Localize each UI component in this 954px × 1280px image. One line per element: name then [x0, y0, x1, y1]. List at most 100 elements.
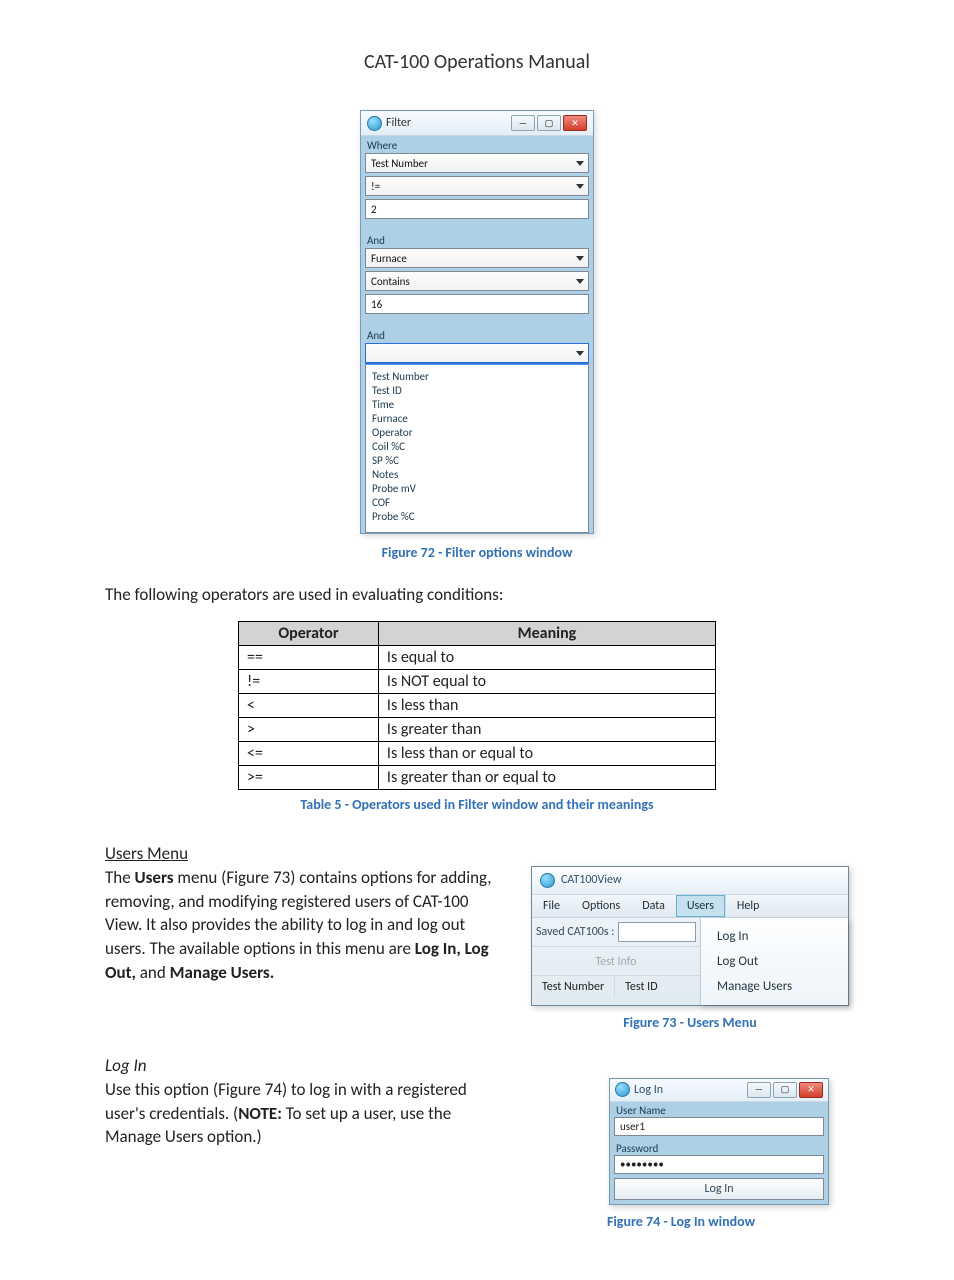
dropdown-option[interactable]: Time — [372, 398, 582, 412]
op-cell: < — [239, 693, 379, 717]
value1-text: 2 — [371, 203, 377, 216]
saved-cat100s-label: Saved CAT100s : — [536, 925, 614, 939]
operator1-combo[interactable]: != — [365, 176, 589, 196]
menu-data[interactable]: Data — [631, 895, 676, 917]
username-value: user1 — [620, 1120, 645, 1133]
op-cell: == — [239, 645, 379, 669]
cat100view-window: CAT100View File Options Data Users Help … — [531, 866, 849, 1006]
value2-text: 16 — [371, 298, 382, 311]
table-row: <=Is less than or equal to — [239, 741, 716, 765]
dropdown-option[interactable]: Probe %C — [372, 510, 582, 524]
field1-combo[interactable]: Test Number — [365, 153, 589, 173]
chevron-down-icon — [576, 256, 584, 261]
meaning-cell: Is greater than — [378, 717, 715, 741]
operator-header: Operator — [239, 621, 379, 645]
close-button[interactable]: ✕ — [799, 1082, 823, 1098]
field1-value: Test Number — [371, 157, 428, 170]
users-menu-heading: Users Menu — [105, 843, 849, 864]
table-row: !=Is NOT equal to — [239, 669, 716, 693]
username-input[interactable]: user1 — [614, 1117, 824, 1136]
saved-cat100s-combo[interactable] — [618, 922, 696, 942]
menu-help[interactable]: Help — [725, 895, 771, 917]
cat100view-title-text: CAT100View — [561, 873, 622, 887]
table-row: <Is less than — [239, 693, 716, 717]
meaning-cell: Is NOT equal to — [378, 669, 715, 693]
test-info-label: Test Info — [532, 946, 700, 975]
menu-item-manage-users[interactable]: Manage Users — [701, 974, 848, 999]
figure-72-caption: Figure 72 - Filter options window — [105, 544, 849, 561]
meaning-cell: Is less than — [378, 693, 715, 717]
table-row: ==Is equal to — [239, 645, 716, 669]
menu-item-log-in[interactable]: Log In — [701, 924, 848, 949]
op-cell: > — [239, 717, 379, 741]
operator2-combo[interactable]: Contains — [365, 271, 589, 291]
filter-window: Filter — ▢ ✕ Where Test Number != 2 And — [360, 110, 594, 534]
operator1-value: != — [371, 180, 380, 193]
users-dropdown: Log In Log Out Manage Users — [700, 918, 848, 1005]
dropdown-option[interactable]: Coil %C — [372, 440, 582, 454]
login-window-title: Log In — [634, 1083, 743, 1097]
page-title: CAT-100 Operations Manual — [105, 50, 849, 74]
close-button[interactable]: ✕ — [563, 115, 587, 131]
dropdown-option[interactable]: Test Number — [372, 370, 582, 384]
field2-combo[interactable]: Furnace — [365, 248, 589, 268]
meaning-header: Meaning — [378, 621, 715, 645]
dropdown-option[interactable]: Test ID — [372, 384, 582, 398]
maximize-button[interactable]: ▢ — [773, 1082, 797, 1098]
and-label-2: And — [361, 326, 593, 343]
field3-combo[interactable] — [365, 343, 589, 363]
dropdown-option[interactable]: Probe mV — [372, 482, 582, 496]
login-window: Log In — ▢ ✕ User Name user1 Password ••… — [609, 1078, 829, 1205]
field3-dropdown-open: Test Number Test ID Time Furnace Operato… — [365, 363, 589, 533]
menu-options[interactable]: Options — [571, 895, 631, 917]
login-heading: Log In — [105, 1055, 849, 1076]
operator2-value: Contains — [371, 275, 410, 288]
login-button[interactable]: Log In — [614, 1178, 824, 1200]
dropdown-option[interactable]: Operator — [372, 426, 582, 440]
and-label-1: And — [361, 231, 593, 248]
meaning-cell: Is less than or equal to — [378, 741, 715, 765]
username-label: User Name — [610, 1102, 828, 1117]
dropdown-option[interactable]: Furnace — [372, 412, 582, 426]
menu-users[interactable]: Users — [676, 895, 725, 917]
value1-input[interactable]: 2 — [365, 199, 589, 219]
filter-window-title: Filter — [386, 116, 507, 130]
cat100view-icon — [540, 873, 555, 888]
password-input[interactable]: •••••••• — [614, 1155, 824, 1174]
table-5-caption: Table 5 - Operators used in Filter windo… — [105, 796, 849, 813]
filter-app-icon — [367, 116, 382, 131]
chevron-down-icon — [576, 161, 584, 166]
filter-titlebar: Filter — ▢ ✕ — [361, 111, 593, 136]
login-titlebar: Log In — ▢ ✕ — [610, 1079, 828, 1102]
login-paragraph: Use this option (Figure 74) to log in wi… — [105, 1078, 505, 1149]
chevron-down-icon — [576, 184, 584, 189]
menu-item-log-out[interactable]: Log Out — [701, 949, 848, 974]
table-row: >=Is greater than or equal to — [239, 765, 716, 789]
dropdown-option[interactable]: Notes — [372, 468, 582, 482]
login-app-icon — [615, 1082, 630, 1097]
meaning-cell: Is equal to — [378, 645, 715, 669]
field2-value: Furnace — [371, 252, 407, 265]
operators-table: Operator Meaning ==Is equal to !=Is NOT … — [238, 621, 716, 790]
value2-input[interactable]: 16 — [365, 294, 589, 314]
table-row: >Is greater than — [239, 717, 716, 741]
password-label: Password — [610, 1140, 828, 1155]
op-cell: != — [239, 669, 379, 693]
intro-paragraph: The following operators are used in eval… — [105, 583, 849, 607]
chevron-down-icon — [576, 279, 584, 284]
menu-file[interactable]: File — [532, 895, 571, 917]
op-cell: <= — [239, 741, 379, 765]
table-header-row: Test Number Test ID — [532, 975, 700, 998]
maximize-button[interactable]: ▢ — [537, 115, 561, 131]
dropdown-option[interactable]: COF — [372, 496, 582, 510]
col-test-id: Test ID — [614, 976, 667, 998]
field3-option-list: Test Number Test ID Time Furnace Operato… — [372, 370, 582, 524]
minimize-button[interactable]: — — [511, 115, 535, 131]
where-label: Where — [361, 136, 593, 153]
figure-73-caption: Figure 73 - Users Menu — [531, 1014, 849, 1031]
dropdown-option[interactable]: SP %C — [372, 454, 582, 468]
minimize-button[interactable]: — — [747, 1082, 771, 1098]
password-value: •••••••• — [620, 1158, 664, 1171]
op-cell: >= — [239, 765, 379, 789]
cat100view-titlebar: CAT100View — [532, 867, 848, 894]
